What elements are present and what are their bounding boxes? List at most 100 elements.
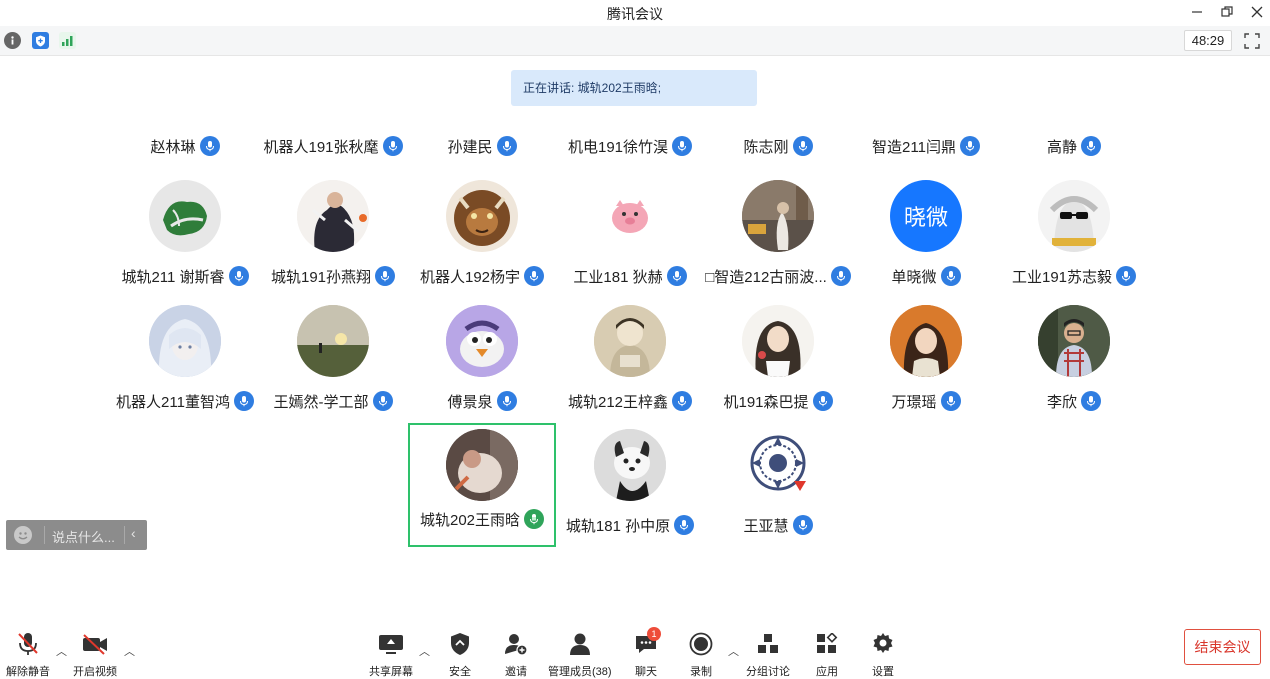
avatar	[149, 305, 221, 377]
participant-name: 机191森巴提	[723, 393, 809, 411]
participant-tile[interactable]: 机器人211董智鸿	[111, 305, 259, 429]
breakout-rooms-icon	[755, 631, 781, 657]
avatar	[594, 429, 666, 501]
participant-name: 城轨191孙燕翔	[270, 268, 372, 286]
chat-bubble-icon: 1	[633, 627, 661, 657]
participant-tile[interactable]: 城轨212王梓鑫	[556, 305, 704, 429]
apps-button[interactable]: 应用	[814, 631, 840, 679]
mic-icon	[496, 391, 517, 411]
participant-name: □智造212古丽波...	[705, 268, 827, 286]
minimize-button[interactable]	[1184, 2, 1210, 22]
minimize-icon	[1192, 11, 1202, 13]
audio-options-caret-icon[interactable]: ︿	[56, 643, 67, 659]
close-button[interactable]	[1244, 2, 1270, 22]
start-video-button[interactable]: 开启视频	[73, 631, 117, 679]
mic-icon	[959, 136, 980, 156]
mic-icon	[496, 136, 517, 156]
participant-tile[interactable]: 机191森巴提	[704, 305, 852, 429]
manage-members-button[interactable]: 管理成员(38)	[548, 631, 612, 679]
participant-name: 万璟瑶	[891, 393, 937, 411]
shield-icon	[447, 631, 473, 657]
mic-icon	[1081, 136, 1101, 156]
apps-label: 应用	[816, 666, 838, 678]
security-shield-icon[interactable]	[32, 32, 49, 49]
avatar	[1038, 180, 1110, 252]
settings-label: 设置	[872, 666, 894, 678]
participant-tile[interactable]: 王亚慧	[704, 429, 852, 553]
participant-name: 机器人211董智鸿	[116, 393, 230, 411]
participant-tile[interactable]: 城轨181 孙中原	[556, 429, 704, 553]
participant-name-item[interactable]: 高静	[984, 134, 1164, 158]
end-meeting-button[interactable]: 结束会议	[1184, 629, 1261, 665]
participant-tile[interactable]: 万璟瑶	[852, 305, 1000, 429]
record-icon	[688, 631, 714, 657]
share-options-caret-icon[interactable]: ︿	[419, 643, 430, 659]
security-button[interactable]: 安全	[447, 631, 473, 679]
mic-icon	[1116, 266, 1137, 286]
info-icon[interactable]	[4, 32, 21, 49]
avatar	[446, 180, 518, 252]
participant-name: 傅景泉	[447, 393, 493, 411]
close-icon	[1251, 6, 1263, 18]
gear-icon	[870, 631, 896, 657]
mic-icon	[792, 515, 813, 535]
participant-tile[interactable]: 城轨191孙燕翔	[259, 180, 407, 304]
mic-icon	[940, 391, 961, 411]
collapse-chevron-icon[interactable]: ‹	[131, 525, 136, 541]
unmute-button[interactable]: 解除静音	[6, 631, 50, 679]
chat-button[interactable]: 1 聊天	[633, 627, 661, 679]
participant-tile[interactable]: 晓微 单晓微	[852, 180, 1000, 304]
camera-off-icon	[82, 631, 108, 657]
participant-tile[interactable]: 城轨202王雨晗	[408, 423, 556, 547]
participant-tile[interactable]: 工业181 狄赫	[556, 180, 704, 304]
active-speaker-banner: 正在讲话: 城轨202王雨晗;	[511, 70, 757, 106]
participant-name: 高静	[1046, 138, 1077, 156]
avatar	[297, 180, 369, 252]
meeting-info-bar: 48:29	[0, 26, 1270, 56]
participant-name: 工业191苏志毅	[1011, 268, 1113, 286]
breakout-rooms-button[interactable]: 分组讨论	[746, 631, 790, 679]
participant-tile[interactable]: 李欣	[1000, 305, 1148, 429]
participant-tile[interactable]: 王嫣然-学工部	[259, 305, 407, 429]
avatar: 晓微	[890, 180, 962, 252]
avatar	[446, 305, 518, 377]
participant-name: 城轨211 谢斯睿	[121, 268, 225, 286]
participant-tile[interactable]: □智造212古丽波...	[704, 180, 852, 304]
participant-tile[interactable]: 工业191苏志毅	[1000, 180, 1148, 304]
participant-tile[interactable]: 机器人192杨宇	[408, 180, 556, 304]
mic-icon	[940, 266, 961, 286]
participant-name: 智造211闫鼎	[872, 138, 956, 156]
mic-icon	[1081, 391, 1101, 411]
network-signal-icon[interactable]	[59, 32, 76, 49]
avatar	[149, 180, 221, 252]
record-label: 录制	[690, 666, 712, 678]
share-screen-button[interactable]: 共享屏幕	[369, 631, 413, 679]
chat-quick-input[interactable]: 说点什么... ‹	[6, 520, 147, 550]
record-button[interactable]: 录制	[688, 631, 714, 679]
participant-name: 孙建民	[447, 138, 493, 156]
fullscreen-button[interactable]	[1243, 32, 1261, 50]
invite-label: 邀请	[505, 666, 527, 678]
video-options-caret-icon[interactable]: ︿	[124, 643, 135, 659]
restore-button[interactable]	[1214, 2, 1240, 22]
emoji-icon[interactable]	[14, 526, 32, 544]
mic-icon	[812, 391, 833, 411]
participant-name: 机电191徐竹淏	[567, 138, 669, 156]
fullscreen-icon	[1244, 33, 1260, 49]
manage-members-label: 管理成员(38)	[548, 666, 612, 678]
participant-name: 工业181 狄赫	[573, 268, 663, 286]
record-options-caret-icon[interactable]: ︿	[728, 643, 739, 659]
participant-name: 王嫣然-学工部	[273, 393, 369, 411]
participant-name: 赵林琳	[150, 138, 196, 156]
avatar	[446, 429, 518, 501]
avatar	[297, 305, 369, 377]
participant-label: 王亚慧	[684, 513, 872, 537]
participant-tile[interactable]: 傅景泉	[408, 305, 556, 429]
participant-tile[interactable]: 城轨211 谢斯睿	[111, 180, 259, 304]
settings-button[interactable]: 设置	[870, 631, 896, 679]
chat-placeholder: 说点什么...	[52, 530, 115, 545]
invite-button[interactable]: 邀请	[503, 631, 529, 679]
mic-icon	[792, 136, 813, 156]
meeting-timer: 48:29	[1184, 30, 1232, 51]
invite-user-icon	[503, 631, 529, 657]
